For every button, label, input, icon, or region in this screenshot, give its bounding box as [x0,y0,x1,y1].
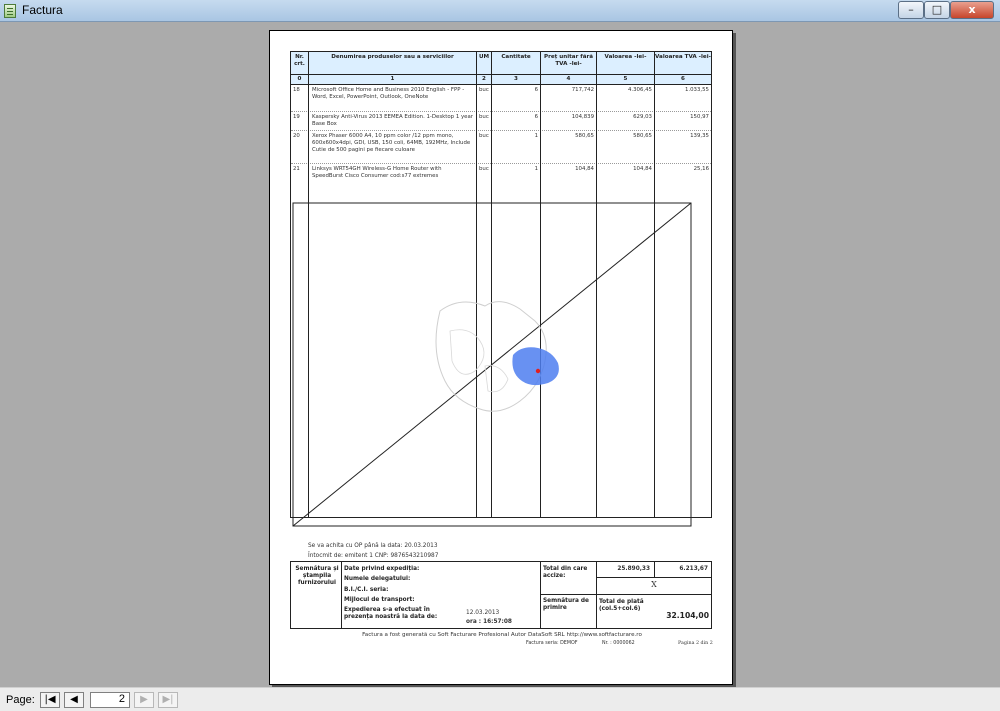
cell-product: Kaspersky Anti-Virus 2013 EEMEA Edition.… [312,114,473,127]
cell-value: 104,84 [633,166,652,172]
country-outline [449,329,485,375]
total-label: Total din care accize: [543,566,588,579]
supplier-signature-label: Semnătura și ștampila furnizorului [295,566,339,586]
delegate-label: Numele delegatului: [344,576,411,582]
page-number-input[interactable]: 2 [90,692,130,708]
frame-divider [540,562,541,628]
first-page-button[interactable]: |◀ [40,692,60,708]
header-quantity: Cantitate [492,52,540,74]
minimize-button[interactable]: – [898,1,924,19]
dispatch-time: ora : 16:57:08 [466,619,512,625]
maximize-button[interactable]: □ [924,1,950,19]
app-icon [4,4,16,18]
invoice-number: Nr. : 0000062 [602,641,635,646]
page-label: Page: [6,694,35,706]
cell-unit-price: 104,839 [571,114,594,120]
header-nr: Nr. crt. [291,52,308,74]
page-navigation-bar: Page: |◀ ◀ 2 ▶ ▶| [0,687,1000,711]
table-row: 21 Linksys WRT54GH Wireless-G Home Route… [291,164,711,191]
close-button[interactable]: x [950,1,994,19]
cell-quantity: 1 [534,133,538,139]
issuer-note: Întocmit de: emitent 1 CNP: 987654321098… [308,553,439,559]
cell-value: 629,03 [633,114,652,120]
cell-quantity: 1 [534,166,538,172]
col-number: 4 [541,75,596,84]
title-bar: Factura – □ x [0,0,1000,22]
cell-um: buc [479,166,489,172]
invoice-page: Nr. crt. Denumirea produselor sau a serv… [269,30,733,685]
cell-um: buc [479,133,489,139]
col-number: 2 [477,75,491,84]
cell-um: buc [479,87,489,93]
cell-quantity: 6 [534,87,538,93]
cell-product: Microsoft Office Home and Business 2010 … [312,87,465,100]
cell-nr: 20 [293,133,300,139]
cell-nr: 18 [293,87,300,93]
cell-product: Xerox Phaser 6000 A4, 10 ppm color /12 p… [312,133,471,153]
col-number: 1 [309,75,476,84]
next-page-button[interactable]: ▶ [134,692,154,708]
country-outline [484,365,509,393]
map-watermark [435,301,559,412]
total-pay-value: 32.104,00 [666,611,709,620]
cell-vat: 1.033,55 [684,87,709,93]
frame-divider [341,562,342,628]
total-pay-label: Total de plată (col.5+col.6) [599,599,644,612]
cell-unit-price: 580,65 [575,133,594,139]
cell-nr: 21 [293,166,300,172]
invoice-series: Factura seria: DEMOF [526,641,578,646]
cell-um: buc [479,114,489,120]
cell-unit-price: 104,84 [575,166,594,172]
last-page-button[interactable]: ▶| [158,692,178,708]
header-um: UM [477,52,491,74]
cell-product: Linksys WRT54GH Wireless-G Home Router w… [312,166,442,179]
transport-label: Mijlocul de transport: [344,597,415,603]
cell-unit-price: 717,742 [571,87,594,93]
location-marker [535,368,541,374]
total-value: 25.890,33 [617,566,650,572]
col-number: 3 [492,75,540,84]
cell-vat: 150,97 [690,114,709,120]
page-counter: Pagina 2 din 2 [678,641,713,646]
report-preview-area[interactable]: Nr. crt. Denumirea produselor sau a serv… [2,22,998,687]
frame-divider [540,594,711,595]
header-unit-price: Preț unitar fără TVA -lei- [541,52,596,74]
excise-value: X [651,580,657,589]
cell-vat: 25,16 [693,166,709,172]
cell-value: 580,65 [633,133,652,139]
window-title: Factura [22,3,63,17]
total-vat: 6.213,67 [679,566,708,572]
items-table: Nr. crt. Denumirea produselor sau a serv… [290,51,712,527]
cell-vat: 139,35 [690,133,709,139]
table-row: 18 Microsoft Office Home and Business 20… [291,85,711,112]
col-number: 0 [291,75,308,84]
id-card-label: B.I./C.I. seria: [344,587,389,593]
col-number: 5 [597,75,654,84]
dispatch-title: Date privind expediția: [344,566,420,572]
previous-page-button[interactable]: ◀ [64,692,84,708]
dispatch-presence-label: Expedierea s-a efectuat în prezența noas… [344,607,438,620]
payment-note: Se va achita cu OP până la data: 20.03.2… [308,543,438,549]
cell-quantity: 6 [534,114,538,120]
generated-by-note: Factura a fost generată cu Soft Facturar… [362,632,642,638]
table-row: 19 Kaspersky Anti-Virus 2013 EEMEA Editi… [291,112,711,131]
cell-nr: 19 [293,114,300,120]
header-vat: Valoarea TVA -lei- [655,52,711,74]
header-value: Valoarea -lei- [597,52,654,74]
signature-totals-frame: Semnătura și ștampila furnizorului Date … [290,561,712,629]
receipt-signature-label: Semnătura de primire [543,598,589,611]
col-number: 6 [655,75,711,84]
frame-divider [596,577,711,578]
romania-highlight [512,347,559,386]
cell-value: 4.306,45 [627,87,652,93]
header-product: Denumirea produselor sau a serviciilor [309,52,476,74]
dispatch-date: 12.03.2013 [466,610,500,616]
table-row: 20 Xerox Phaser 6000 A4, 10 ppm color /1… [291,131,711,164]
